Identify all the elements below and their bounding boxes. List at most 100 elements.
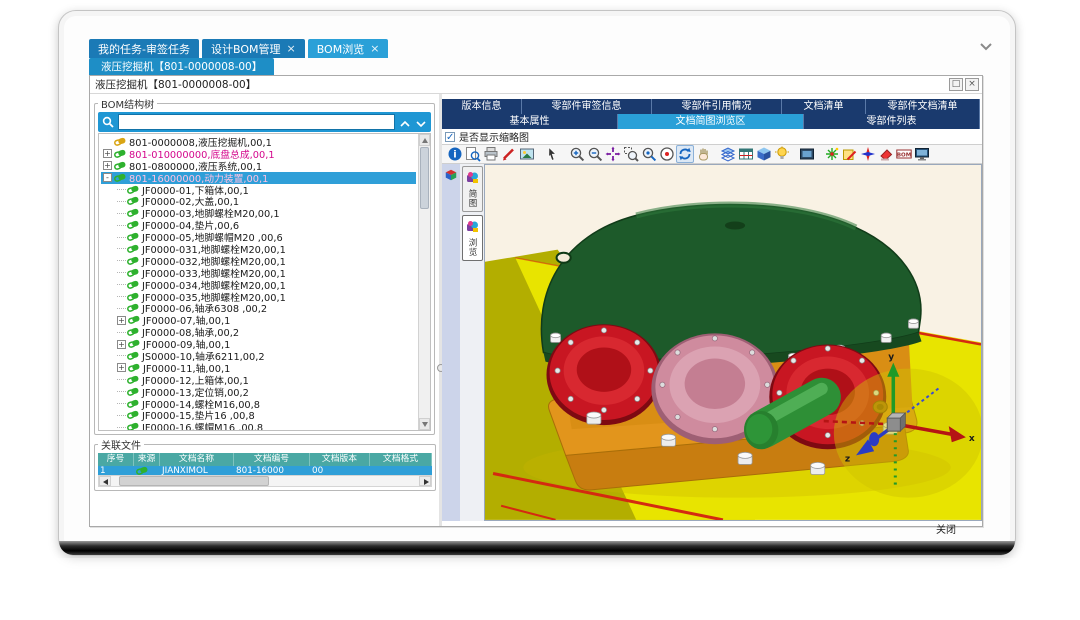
measure-icon[interactable]: [737, 145, 755, 163]
tab-close-icon[interactable]: ×: [286, 43, 295, 54]
search-icon[interactable]: [98, 116, 118, 128]
part-link-green-icon: [127, 185, 139, 195]
print-icon[interactable]: [482, 145, 500, 163]
files-column-header[interactable]: 文档编号: [234, 453, 310, 466]
detail-tab[interactable]: 零部件列表: [804, 114, 980, 129]
tab-close-icon[interactable]: ×: [370, 43, 379, 54]
collapse-icon[interactable]: -: [103, 173, 112, 182]
search-prev-icon[interactable]: [400, 113, 410, 132]
3d-viewport[interactable]: y x z: [484, 164, 982, 521]
select-cursor-icon[interactable]: [543, 145, 561, 163]
thumbnail-checkbox-label: 是否显示缩略图: [459, 129, 529, 144]
document-tab[interactable]: 液压挖掘机【801-0000008-00】: [89, 58, 274, 75]
files-column-header[interactable]: 文档格式: [370, 453, 432, 466]
detail-tab[interactable]: 零部件引用情况: [652, 99, 782, 114]
file-row[interactable]: 1JIANXIMOL801-1600000: [98, 466, 432, 475]
bom-icon[interactable]: BOM: [895, 145, 913, 163]
scrollbar-thumb[interactable]: [420, 147, 429, 209]
orbit-icon[interactable]: [676, 145, 694, 163]
collapse-chevron-icon[interactable]: [979, 37, 993, 47]
zoom-area-icon[interactable]: [622, 145, 640, 163]
files-table-header: 序号来源文档名称文档编号文档版本文档格式: [98, 453, 432, 466]
tree-scrollbar[interactable]: [418, 134, 430, 430]
viewport-monitor-icon[interactable]: [913, 145, 931, 163]
annotate-icon[interactable]: [500, 145, 518, 163]
bom-browse-panel: 液压挖掘机【801-0000008-00】 □ × BOM结构树: [89, 75, 983, 527]
expand-icon[interactable]: +: [117, 316, 126, 325]
viewer-side-tab[interactable]: 简图: [462, 166, 483, 212]
search-input[interactable]: [118, 114, 395, 130]
detail-tab[interactable]: 版本信息: [442, 99, 522, 114]
light-icon[interactable]: [773, 145, 791, 163]
scroll-down-icon[interactable]: [419, 418, 430, 430]
tree-connector: [117, 332, 126, 333]
viewer-toolbar: i BOM: [442, 144, 982, 164]
fit-window-icon[interactable]: [604, 145, 622, 163]
scrollbar-thumb[interactable]: [119, 476, 269, 486]
part-link-green-icon: [127, 268, 139, 278]
tree-connector: [117, 379, 126, 380]
layers-icon[interactable]: [719, 145, 737, 163]
viewer-vertical-tabs: 简图浏览: [460, 164, 484, 521]
expand-icon[interactable]: +: [117, 340, 126, 349]
tree-connector: [117, 201, 126, 202]
detail-tab-bar-1: 版本信息零部件审签信息零部件引用情况文档清单零部件文档清单: [442, 99, 982, 114]
part-link-green-icon: [127, 375, 139, 385]
info-icon[interactable]: i: [446, 145, 464, 163]
material-icon[interactable]: [755, 145, 773, 163]
main-tab[interactable]: 我的任务-审签任务: [89, 39, 199, 58]
detail-tab-bar-2: 基本属性文档简图浏览区零部件列表: [442, 114, 982, 129]
tree-connector: [117, 225, 126, 226]
markup-icon[interactable]: [841, 145, 859, 163]
close-button[interactable]: ×: [965, 78, 979, 91]
detail-tab[interactable]: 零部件文档清单: [866, 99, 980, 114]
zoom-out-icon[interactable]: [586, 145, 604, 163]
tree-connector: [117, 308, 126, 309]
bom-tree: 801-0000008,液压挖掘机,00,1+801-010000000,底盘总…: [98, 133, 431, 431]
detail-section: 版本信息零部件审签信息零部件引用情况文档清单零部件文档清单 基本属性文档简图浏览…: [442, 94, 982, 526]
bom-tree-group-label: BOM结构树: [98, 96, 157, 111]
scroll-left-icon[interactable]: [99, 476, 111, 486]
main-tab-label: BOM浏览: [317, 41, 365, 57]
part-link-green-icon: [127, 244, 139, 254]
part-link-green-icon: [127, 303, 139, 313]
scroll-up-icon[interactable]: [419, 134, 430, 146]
thumbnail-view-icon: [466, 169, 479, 188]
main-tab[interactable]: 设计BOM管理×: [202, 39, 305, 58]
files-column-header[interactable]: 文档版本: [310, 453, 370, 466]
part-link-green-icon: [127, 422, 139, 431]
expand-icon[interactable]: +: [103, 161, 112, 170]
snapshot-icon[interactable]: [798, 145, 816, 163]
search-next-icon[interactable]: [416, 113, 426, 132]
viewer-side-tab[interactable]: 浏览: [462, 215, 483, 261]
image-icon[interactable]: [518, 145, 536, 163]
main-tab[interactable]: BOM浏览 ×: [308, 39, 389, 58]
svg-text:x: x: [969, 434, 975, 444]
close-link[interactable]: 关闭: [936, 521, 956, 536]
files-column-header[interactable]: 来源: [134, 453, 160, 466]
zoom-in-icon[interactable]: [568, 145, 586, 163]
bom-tree-group: BOM结构树 801-0000008,液压: [94, 96, 435, 435]
scroll-right-icon[interactable]: [419, 476, 431, 486]
detail-tab[interactable]: 文档清单: [782, 99, 866, 114]
pan-icon[interactable]: [694, 145, 712, 163]
files-scrollbar[interactable]: [98, 475, 432, 487]
rotate-center-icon[interactable]: [658, 145, 676, 163]
model-cube-icon[interactable]: [445, 166, 457, 521]
document-tab-label: 液压挖掘机【801-0000008-00】: [101, 59, 262, 74]
files-column-header[interactable]: 文档名称: [160, 453, 234, 466]
expand-icon[interactable]: +: [117, 363, 126, 372]
explode-icon[interactable]: [823, 145, 841, 163]
axis-compass-icon[interactable]: [859, 145, 877, 163]
detail-tab[interactable]: 零部件审签信息: [522, 99, 652, 114]
detail-tab[interactable]: 文档简图浏览区: [618, 114, 804, 129]
maximize-button[interactable]: □: [949, 78, 963, 91]
expand-icon[interactable]: +: [103, 149, 112, 158]
find-doc-icon[interactable]: [464, 145, 482, 163]
zoom-selected-icon[interactable]: [640, 145, 658, 163]
eraser-icon[interactable]: [877, 145, 895, 163]
thumbnail-checkbox[interactable]: ✓: [445, 132, 455, 142]
tree-item[interactable]: JF0000-16,螺帽M16 ,00,8: [101, 421, 416, 431]
detail-tab[interactable]: 基本属性: [442, 114, 618, 129]
files-column-header[interactable]: 序号: [98, 453, 134, 466]
